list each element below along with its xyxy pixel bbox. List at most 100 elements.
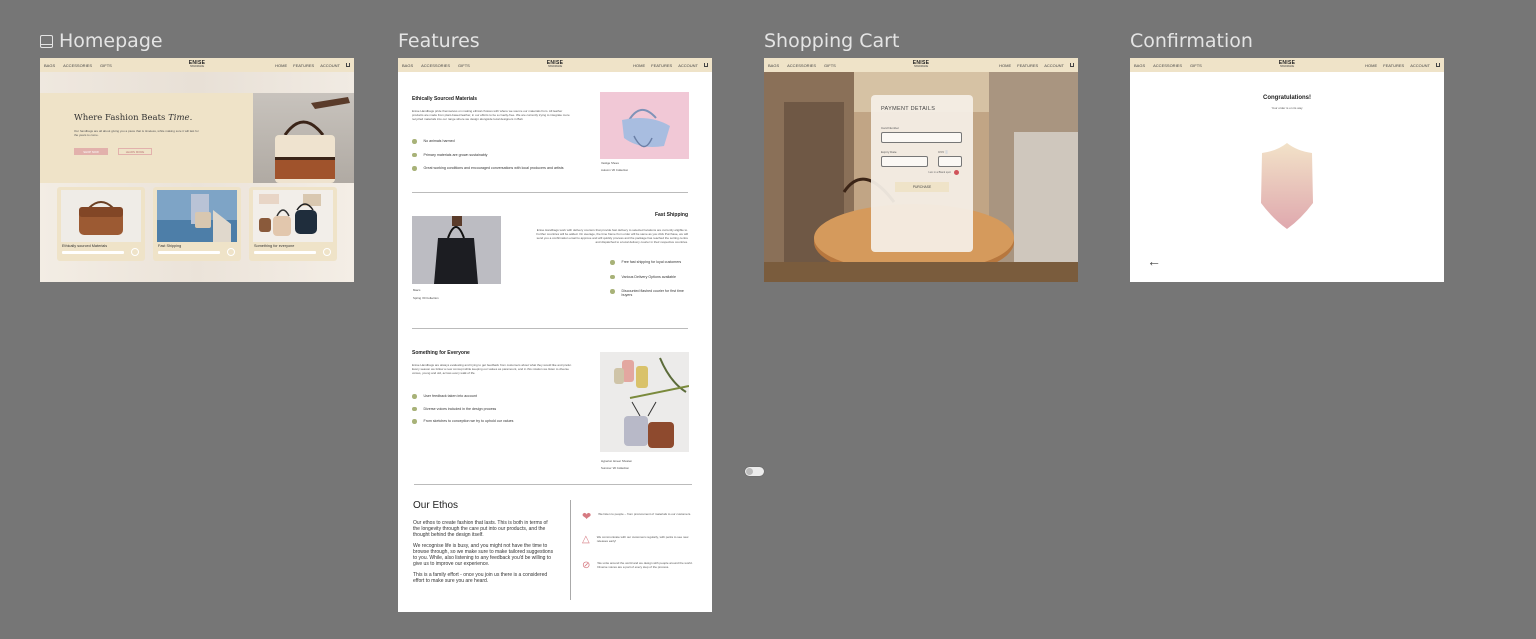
divider <box>412 328 688 329</box>
warning-icon[interactable] <box>953 170 959 175</box>
nav-home[interactable]: HOME <box>275 63 287 68</box>
cart-icon[interactable] <box>1070 63 1074 67</box>
nav-features[interactable]: FEATURES <box>651 63 672 68</box>
image-hanging-bags <box>600 352 690 452</box>
nav-account[interactable]: ACCOUNT <box>1410 63 1430 68</box>
bullet-dot <box>412 152 417 157</box>
card-arrow-icon[interactable] <box>323 248 331 256</box>
shop-now-button[interactable]: SHOP NOW <box>74 148 108 155</box>
image-caption: Spring '20 Collection <box>413 296 439 300</box>
cvv-input[interactable] <box>938 156 962 167</box>
bullet-dot <box>610 289 615 294</box>
top-nav: BAGS ACCESSORIES GIFTS ENISE HANDMADE HOME F… <box>764 58 1078 72</box>
logo[interactable]: ENISE HANDMADE <box>189 61 206 69</box>
card-ethical[interactable]: Ethically sourced Materials <box>57 187 145 261</box>
section-title: Fast Shipping <box>654 212 688 218</box>
cart-icon[interactable] <box>346 63 350 67</box>
nav-features[interactable]: FEATURES <box>1017 63 1038 68</box>
homepage-frame[interactable]: BAGS ACCESSORIES GIFTS ENISE HANDMADE HOME F… <box>40 58 354 282</box>
cart-icon[interactable] <box>704 63 708 67</box>
cards-area: Ethically sourced Materials Fast Shippin… <box>40 183 354 282</box>
nav-gifts[interactable]: GIFTS <box>458 63 470 68</box>
nav-home[interactable]: HOME <box>633 63 645 68</box>
image-blue-bag <box>600 92 689 159</box>
nav-gifts[interactable]: GIFTS <box>1190 63 1202 68</box>
bullet-item: User feedback taken into account <box>412 394 582 399</box>
bullet-dot <box>610 260 615 265</box>
frame-title-homepage[interactable]: Homepage <box>40 30 163 52</box>
bullet-item: Various Delivery Options available <box>610 274 690 279</box>
ethos-text: Our ethos to create fashion that lasts. … <box>413 520 554 584</box>
card-number-label: Card Number <box>881 126 900 130</box>
confirmation-title: Congratulations! <box>1263 95 1311 101</box>
save-card-row: I am in a Blank spot <box>928 170 959 175</box>
shield-icon <box>1261 143 1313 229</box>
cart-icon[interactable] <box>1436 63 1440 67</box>
nav-gifts[interactable]: GIFTS <box>100 63 112 68</box>
image-caption: Summer '20 Collection <box>601 466 630 470</box>
nav-account[interactable]: ACCOUNT <box>678 63 698 68</box>
bullet-item: Free fast shipping for loyal customers <box>610 260 690 265</box>
ethos-title: Our Ethos <box>413 500 459 511</box>
bullet-list: No animals harmed Primary materials are … <box>412 139 582 178</box>
ethos-item: ⊘ We unite around the world and we desig… <box>582 560 693 571</box>
globe-icon: ⊘ <box>582 560 591 571</box>
card-shipping[interactable]: Fast Shipping <box>153 187 241 261</box>
payment-card: PAYMENT DETAILS Card Number Expiry Date … <box>871 95 973 252</box>
card-number-input[interactable] <box>881 132 962 143</box>
bullet-dot <box>412 166 417 171</box>
cart-frame[interactable]: BAGS ACCESSORIES GIFTS ENISE HANDMADE HOME F… <box>764 58 1078 282</box>
nav-account[interactable]: ACCOUNT <box>1044 63 1064 68</box>
cvv-label: CVV ⓘ <box>938 150 949 154</box>
nav-accessories[interactable]: ACCESSORIES <box>1153 63 1182 68</box>
nav-gifts[interactable]: GIFTS <box>824 63 836 68</box>
features-frame[interactable]: BAGS ACCESSORIES GIFTS ENISE HANDMADE HOME F… <box>398 58 712 612</box>
card-arrow-icon[interactable] <box>131 248 139 256</box>
bullet-item: Diverse voices included in the design pr… <box>412 406 582 411</box>
nav-bags[interactable]: BAGS <box>402 63 413 68</box>
card-arrow-icon[interactable] <box>227 248 235 256</box>
section-text: Enise Handbags pride themselves on makin… <box>412 109 570 122</box>
nav-bags[interactable]: BAGS <box>44 63 55 68</box>
card-label: Fast Shipping <box>158 244 182 248</box>
expiry-label: Expiry Date <box>881 150 897 154</box>
card-bar <box>254 251 316 254</box>
learn-more-button[interactable]: LEARN MORE <box>118 148 152 155</box>
logo[interactable]: ENISE HANDMADE <box>1279 61 1296 69</box>
logo[interactable]: ENISE HANDMADE <box>547 61 564 69</box>
section-text: Enise Handbags are always evaluating and… <box>412 363 572 376</box>
nav-account[interactable]: ACCOUNT <box>320 63 340 68</box>
image-caption: Mae's <box>413 288 421 292</box>
hero-text: Our handbags are all about giving you a … <box>74 129 199 138</box>
card-everyone[interactable]: Something for everyone <box>249 187 337 261</box>
nav-accessories[interactable]: ACCESSORIES <box>63 63 92 68</box>
nav-bags[interactable]: BAGS <box>1134 63 1145 68</box>
ethos-divider <box>570 500 571 600</box>
toggle-switch[interactable] <box>745 467 764 476</box>
confirmation-frame[interactable]: BAGS ACCESSORIES GIFTS ENISE HANDMADE HOME F… <box>1130 58 1444 282</box>
nav-accessories[interactable]: ACCESSORIES <box>421 63 450 68</box>
bullet-item: Great working conditions and encouraged … <box>412 166 582 171</box>
bullet-item: From sketches to conception we try to up… <box>412 419 582 424</box>
frame-title-features[interactable]: Features <box>398 30 480 52</box>
logo[interactable]: ENISE HANDMADE <box>913 61 930 69</box>
purchase-button[interactable]: PURCHASE <box>895 182 949 192</box>
bell-icon: △ <box>582 534 590 545</box>
card-bar <box>158 251 220 254</box>
nav-bags[interactable]: BAGS <box>768 63 779 68</box>
back-arrow-icon[interactable]: ← <box>1147 254 1161 268</box>
nav-features[interactable]: FEATURES <box>1383 63 1404 68</box>
nav-home[interactable]: HOME <box>999 63 1011 68</box>
card-label: Something for everyone <box>254 244 295 248</box>
bullet-item: Discounted flashed courier for first tim… <box>610 289 690 297</box>
expiry-input[interactable] <box>881 156 928 167</box>
frame-title-cart[interactable]: Shopping Cart <box>764 30 899 52</box>
payment-title: PAYMENT DETAILS <box>881 106 936 112</box>
nav-home[interactable]: HOME <box>1365 63 1377 68</box>
nav-accessories[interactable]: ACCESSORIES <box>787 63 816 68</box>
divider <box>414 484 692 485</box>
frame-title-confirmation[interactable]: Confirmation <box>1130 30 1253 52</box>
info-icon[interactable]: ⓘ <box>945 150 948 154</box>
bullet-dot <box>412 406 417 411</box>
nav-features[interactable]: FEATURES <box>293 63 314 68</box>
